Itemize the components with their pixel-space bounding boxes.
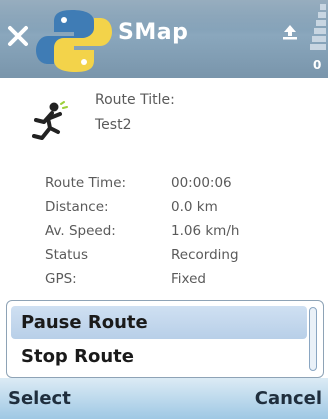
signal-bars-icon <box>310 4 326 50</box>
stat-row-route-time: Route Time: 00:00:06 <box>45 175 325 195</box>
stat-label: Distance: <box>45 199 109 215</box>
title-bar: SMap 0 <box>0 0 328 78</box>
signal-strength-indicator: 0 <box>308 2 326 76</box>
stat-value: Fixed <box>171 271 206 287</box>
stat-row-gps: GPS: Fixed <box>45 271 325 291</box>
stat-row-avg-speed: Av. Speed: 1.06 km/h <box>45 223 325 243</box>
stat-label: Av. Speed: <box>45 223 116 239</box>
menu-scrollbar[interactable] <box>309 307 317 371</box>
stat-label: Status <box>45 247 89 263</box>
stat-value: Recording <box>171 247 239 263</box>
python-logo-icon <box>36 10 112 72</box>
stat-value: 1.06 km/h <box>171 223 240 239</box>
options-menu: Pause Route Stop Route <box>6 300 324 378</box>
stat-value: 00:00:06 <box>171 175 232 191</box>
menu-item-stop-route[interactable]: Stop Route <box>11 340 307 373</box>
route-title-value: Test2 <box>95 117 132 133</box>
stat-row-distance: Distance: 0.0 km <box>45 199 325 219</box>
stat-row-status: Status Recording <box>45 247 325 267</box>
close-icon[interactable] <box>6 24 30 48</box>
runner-icon <box>32 101 68 140</box>
stat-value: 0.0 km <box>171 199 218 215</box>
stat-label: Route Time: <box>45 175 127 191</box>
select-softkey[interactable]: Select <box>8 388 71 409</box>
upload-icon <box>283 25 297 40</box>
stat-label: GPS: <box>45 271 77 287</box>
softkey-bar: Select Cancel <box>0 378 328 419</box>
route-title-label: Route Title: <box>95 92 175 108</box>
cancel-softkey[interactable]: Cancel <box>255 388 322 409</box>
signal-badge: 0 <box>313 58 322 72</box>
app-title: SMap <box>118 20 189 45</box>
menu-item-pause-route[interactable]: Pause Route <box>11 306 307 339</box>
